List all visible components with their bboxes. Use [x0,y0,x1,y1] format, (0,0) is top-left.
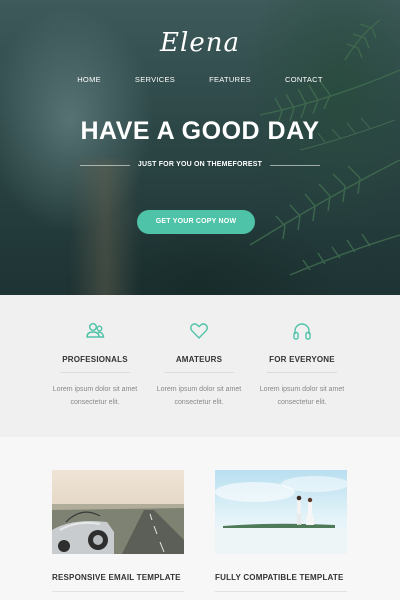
users-icon [86,323,105,338]
headphones-icon [293,323,311,340]
feature-divider [267,372,337,373]
product-title[interactable]: FULLY COMPATIBLE TEMPLATE [215,573,344,582]
feature-title: PROFESIONALS [62,355,128,364]
feature-description: Lorem ipsum dolor sit amet consectetur e… [139,383,259,409]
get-copy-button[interactable]: GET YOUR COPY NOW [137,210,255,234]
feature-description-line: consectetur elit. [70,399,120,406]
feature-description-line: Lorem ipsum dolor sit amet [259,386,345,393]
main-nav: HOME SERVICES FEATURES CONTACT [0,75,400,84]
hero-subtitle: JUST FOR YOU ON THEMEFOREST [137,161,263,168]
feature-description-line: consectetur elit. [174,399,224,406]
product-image-couple[interactable] [215,470,347,554]
heart-icon [190,323,208,340]
feature-description-line: consectetur elit. [277,399,327,406]
hero-title: HAVE A GOOD DAY [80,117,320,145]
product-divider [215,591,347,592]
feature-title: FOR EVERYONE [269,355,335,364]
feature-description: Lorem ipsum dolor sit amet consectetur e… [242,383,362,409]
feature-divider [60,372,130,373]
nav-item-home[interactable]: HOME [60,75,118,84]
nav-item-contact[interactable]: CONTACT [268,75,340,84]
brand-logo[interactable]: Elena [0,28,400,58]
product-divider [52,591,184,592]
feature-description: Lorem ipsum dolor sit amet consectetur e… [35,383,155,409]
feature-title: AMATEURS [175,355,223,364]
vintage-car-photo [52,470,184,554]
product-title[interactable]: RESPONSIVE EMAIL TEMPLATE [52,573,181,582]
hero-divider-right [270,165,320,166]
feature-description-line: Lorem ipsum dolor sit amet [52,386,138,393]
products-section: RESPONSIVE EMAIL TEMPLATE FULLY COMPATIB… [0,437,400,600]
nav-item-services[interactable]: SERVICES [118,75,192,84]
product-image-car[interactable] [52,470,184,554]
hero-section: Elena HOME SERVICES FEATURES CONTACT HAV… [0,0,400,295]
feature-divider [164,372,234,373]
nav-item-features[interactable]: FEATURES [192,75,268,84]
features-section: PROFESIONALS Lorem ipsum dolor sit amet … [0,295,400,437]
couple-beach-photo [215,470,347,554]
feature-description-line: Lorem ipsum dolor sit amet [156,386,242,393]
